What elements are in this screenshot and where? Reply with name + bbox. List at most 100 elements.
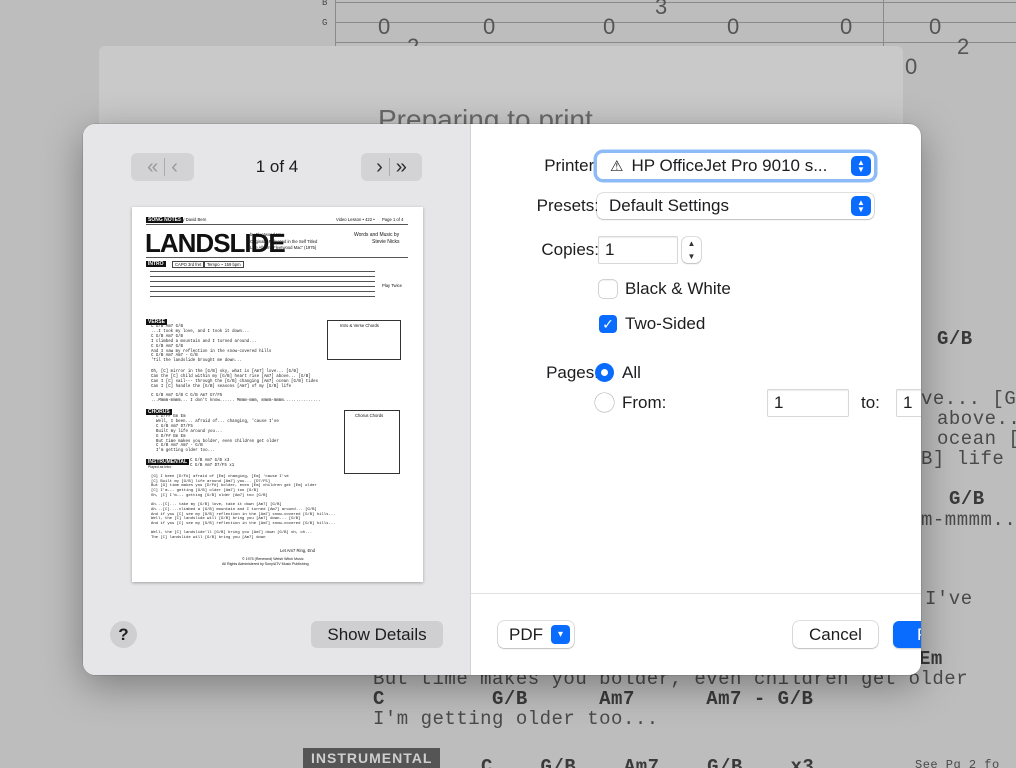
copies-label: Copies: — [541, 240, 599, 259]
pdf-menu-button[interactable]: PDF ▾ — [498, 621, 574, 648]
printer-value: HP OfficeJet Pro 9010 s... — [631, 156, 828, 175]
help-button[interactable]: ? — [110, 621, 137, 648]
bg-line: I'm getting older too... — [373, 708, 659, 730]
chorus-chords-box: Chorus Chords — [344, 410, 400, 474]
nav-separator — [388, 158, 390, 176]
album-note: Live Album "Fleetwood Mac" (1975) — [250, 245, 317, 250]
bg-line: I've — [925, 588, 973, 610]
footer-rights: All Rights Administered by Sony/ATV Musi… — [222, 562, 309, 566]
chorus-chords-title: Chorus Chords — [355, 413, 384, 418]
pages-all-radio[interactable] — [595, 363, 614, 382]
bg-line: C G/B Am7 G/B x3 — [481, 756, 815, 768]
bg-line: m-mmmm.. — [921, 509, 1016, 531]
bg-line: Em — [919, 648, 943, 670]
capo-note: CAPO 3rd fret — [172, 261, 205, 269]
copies-field[interactable]: 1 — [599, 237, 677, 263]
show-details-button[interactable]: Show Details — [311, 621, 443, 648]
presets-label: Presets: — [536, 196, 599, 215]
popup-arrows-icon: ▲ ▼ — [851, 156, 871, 176]
pages-to-field[interactable]: 1 — [897, 390, 921, 416]
video-lesson: Video Lesson • 422 • — [336, 217, 375, 222]
checkmark-icon: ✓ — [602, 315, 614, 332]
released-note: Originally Released in the Self Titled — [250, 239, 318, 244]
printer-popup[interactable]: ⚠ HP OfficeJet Pro 9010 s... ▲ ▼ — [597, 153, 874, 179]
bg-line: ve... [G/ — [921, 388, 1016, 410]
artist: by Fleetwood Mac — [250, 232, 284, 237]
pages-range-radio[interactable] — [595, 393, 614, 412]
verse-lyrics: C G/B Am7 G/B ...I took my love, and I t… — [151, 325, 272, 364]
popup-arrows-icon: ▲ ▼ — [851, 196, 871, 216]
black-white-label: Black & White — [625, 279, 731, 298]
verse-chords-box: Intro & Verse Chords — [327, 320, 401, 360]
page-number: Page 1 of 4 — [382, 217, 404, 222]
ending-note: Let Am7 Ring, End — [280, 548, 315, 553]
page-indicator: 1 of 4 — [255, 157, 299, 176]
cancel-button[interactable]: Cancel — [793, 621, 878, 648]
settings-pane: Printer: ⚠ HP OfficeJet Pro 9010 s... ▲ ▼… — [471, 124, 921, 675]
decrement-icon[interactable]: ▼ — [688, 252, 696, 261]
pages-to-label: to: — [861, 393, 880, 412]
previous-page-icon[interactable]: ‹ — [171, 156, 178, 179]
byline: by David Bern — [180, 217, 207, 222]
bg-line: C G/B Am7 Am7 - G/B — [373, 688, 814, 710]
nav-separator — [164, 158, 166, 176]
chorus-lyrics: G D/F# Em Em Well, I been... afraid of..… — [156, 415, 279, 454]
pages-from-field[interactable]: 1 — [768, 390, 848, 416]
bg-line: G/B — [937, 328, 973, 350]
tempo-note: Tempo ~ 159 bpm — [204, 261, 244, 269]
verse3-lyrics: C G/B Am7 G/B C G/B Am7 G7/F5 ...Mmmm-mm… — [151, 394, 321, 403]
tab-number: 3 — [655, 0, 668, 19]
tab-staff-line — [335, 22, 1016, 23]
tab-string-label: B — [322, 0, 328, 8]
verse-chords-title: Intro & Verse Chords — [340, 323, 379, 328]
credits: Words and Music by — [354, 232, 400, 238]
increment-icon[interactable]: ▲ — [688, 239, 696, 248]
tab-string-label: G — [322, 18, 328, 28]
writer: Stevie Nicks — [372, 239, 400, 245]
song-notes-tag: SONG NOTES — [146, 217, 184, 223]
bg-side-note: See Pg 2 fo — [915, 758, 1000, 768]
copies-stepper[interactable]: ▲ ▼ — [682, 237, 701, 263]
intro-tag: INTRO — [146, 261, 166, 267]
tab-number: 0 — [905, 54, 918, 79]
tab-number: 0 — [483, 14, 496, 39]
verse2-lyrics: Oh, [C] mirror in the [G/B] sky, what is… — [151, 370, 319, 389]
tab-number: 0 — [603, 14, 616, 39]
black-white-checkbox[interactable] — [599, 280, 617, 298]
play-twice-note: Play Twice — [382, 283, 402, 288]
tab-barline — [335, 0, 336, 46]
tab-line — [150, 296, 375, 297]
next-page-icon[interactable]: › — [376, 156, 383, 179]
two-sided-checkbox[interactable]: ✓ — [599, 315, 617, 333]
printer-label: Printer: — [544, 156, 599, 175]
tab-line — [150, 286, 375, 287]
tab-line — [150, 276, 375, 277]
bg-line: G/B — [949, 488, 985, 510]
instrumental-sub: Played as Intro — [148, 465, 172, 469]
outro-lyrics: [G] I been [D/F#] afraid of [Em] changin… — [151, 475, 336, 541]
print-button[interactable]: Print — [893, 621, 921, 648]
pages-from-label: From: — [622, 393, 667, 412]
tab-line — [150, 281, 375, 282]
header-rule — [146, 224, 408, 225]
title-rule — [146, 257, 408, 258]
last-page-icon[interactable]: » — [396, 156, 407, 179]
tab-number: 0 — [929, 14, 942, 39]
first-page-icon[interactable]: « — [147, 156, 158, 179]
next-page-nav[interactable]: › » — [361, 153, 422, 181]
presets-value: Default Settings — [609, 196, 730, 215]
chevron-down-icon: ▾ — [551, 625, 570, 644]
footer-divider — [471, 593, 921, 594]
pages-all-label: All — [622, 363, 641, 382]
tab-line — [150, 271, 375, 272]
tab-barline — [883, 0, 884, 46]
presets-popup[interactable]: Default Settings ▲ ▼ — [597, 193, 874, 219]
prev-page-nav[interactable]: « ‹ — [131, 153, 194, 181]
tab-number: 2 — [957, 34, 970, 59]
tab-staff-line — [335, 2, 1016, 3]
page-preview: SONG NOTES by David Bern Video Lesson • … — [132, 207, 423, 582]
bg-instrumental-tag: INSTRUMENTAL — [303, 748, 441, 768]
instrumental-chords-2: C G/B Am7 D7/F5 x1 — [190, 464, 235, 468]
bg-line: B] life — [921, 448, 1005, 470]
bg-line: above... — [937, 408, 1016, 430]
